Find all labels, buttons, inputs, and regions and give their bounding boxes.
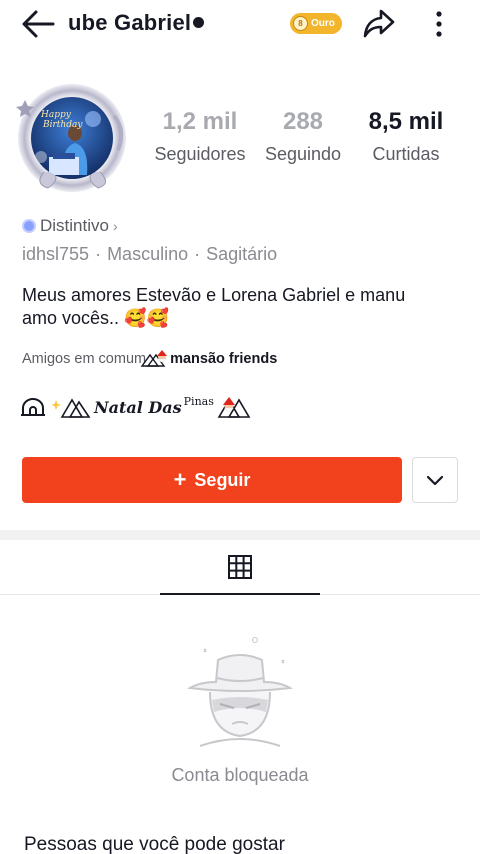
group-name-suffix: Pinas (183, 394, 214, 408)
dome-icon (21, 398, 45, 416)
smiling-hearts-emoji: 🥰🥰 (124, 308, 169, 328)
section-divider (0, 530, 480, 540)
followers-label: Seguidores (154, 144, 246, 164)
distintivo-icon (22, 219, 36, 233)
friends-prefix: Amigos em comum (22, 351, 147, 367)
friends-group-name: mansão friends (170, 351, 278, 367)
more-options-icon[interactable] (430, 8, 448, 40)
stat-following[interactable]: 288 Seguindo (258, 108, 348, 165)
avatar-photo: Happy Birthday (31, 97, 113, 179)
group-row[interactable]: Natal Das Pinas (20, 394, 253, 420)
pyramid-santa-icon (140, 350, 168, 367)
stat-likes[interactable]: 8,5 mil Curtidas (358, 108, 454, 165)
svg-text:Happy: Happy (40, 110, 72, 120)
bio-line-2: amo vocês.. 🥰🥰 (22, 308, 169, 328)
followers-count: 1,2 mil (162, 108, 238, 135)
profile-meta: idhsl755 · Masculino · Sagitário (22, 244, 277, 265)
group-name: Natal Das (94, 397, 182, 417)
chevron-down-icon (426, 475, 444, 486)
profile-title: ube Gabriel (68, 10, 205, 36)
likes-label: Curtidas (372, 144, 440, 164)
content-tabs (0, 540, 480, 595)
plus-icon: + (173, 467, 187, 492)
sparkle-pyramid-icon (52, 398, 91, 418)
bio-line-1: Meus amores Estevão e Lorena Gabriel e m… (22, 285, 406, 305)
bio: Meus amores Estevão e Lorena Gabriel e m… (22, 284, 442, 330)
title-dot (193, 16, 205, 28)
gold-badge[interactable]: 8 Ouro (290, 13, 342, 34)
suggestions-title: Pessoas que você pode gostar (24, 834, 285, 854)
avatar[interactable]: Happy Birthday (14, 80, 134, 196)
gender: Masculino (107, 244, 189, 264)
chevron-right-icon: › (112, 218, 118, 234)
suggestions-dropdown-button[interactable] (412, 457, 458, 503)
top-bar: ube Gabriel 8 Ouro (0, 0, 480, 48)
following-label: Seguindo (264, 144, 342, 164)
birthday-photo: Happy Birthday (35, 110, 101, 175)
following-count: 288 (282, 108, 324, 135)
svg-text:Birthday: Birthday (42, 120, 83, 130)
separator-dot: · (95, 244, 102, 264)
pyramid-santa-icon (217, 397, 251, 418)
coin-icon: 8 (293, 16, 308, 31)
masked-figure-icon (186, 637, 294, 747)
tab-videos-grid[interactable] (160, 540, 320, 595)
separator-dot: · (194, 244, 201, 264)
stat-followers[interactable]: 1,2 mil Seguidores (148, 108, 252, 165)
grid-icon (228, 554, 252, 579)
share-icon[interactable] (362, 6, 396, 40)
likes-count: 8,5 mil (368, 108, 444, 135)
distintivo-link[interactable]: Distintivo › (22, 216, 118, 236)
badge-label: Ouro (311, 18, 335, 29)
distintivo-label: Distintivo (40, 216, 109, 235)
mutual-friends-group[interactable]: Amigos em comum mansão friends (22, 349, 277, 369)
follow-button[interactable]: + Seguir (22, 457, 402, 503)
username: idhsl755 (22, 244, 90, 264)
back-arrow-icon[interactable] (20, 8, 56, 40)
follow-label: Seguir (194, 469, 251, 490)
blocked-account-label: Conta bloqueada (171, 765, 309, 785)
zodiac-sign: Sagitário (206, 244, 278, 264)
